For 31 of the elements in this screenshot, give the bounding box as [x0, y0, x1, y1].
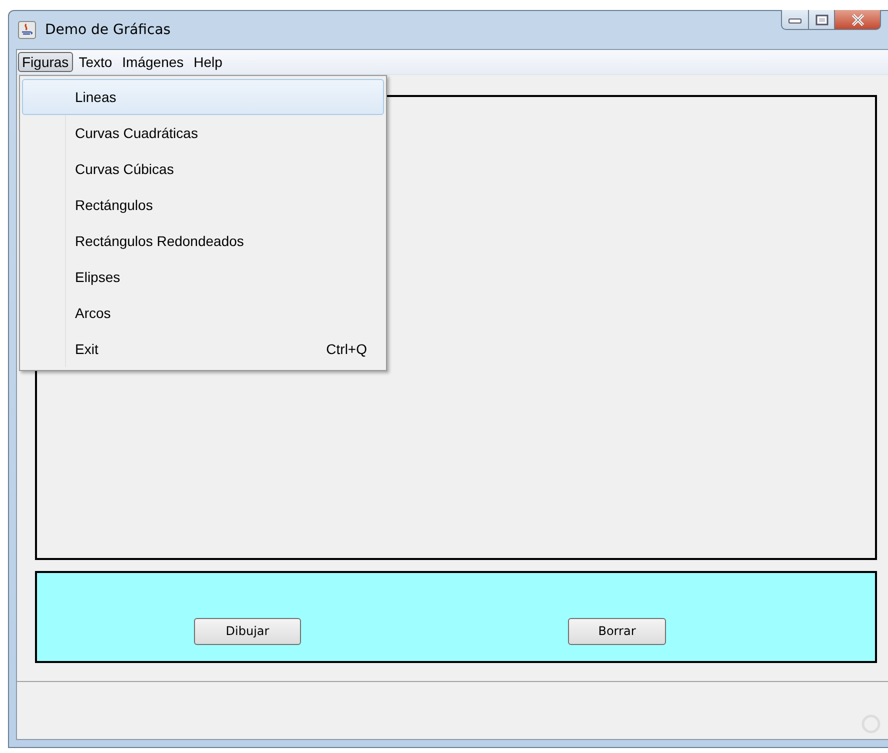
- cup-icon: [18, 21, 36, 39]
- menu-entry[interactable]: Arcos: [22, 295, 384, 331]
- entry-label: Curvas Cúbicas: [75, 161, 174, 177]
- entry-label: Rectángulos Redondeados: [75, 233, 244, 249]
- entry-label: Lineas: [75, 89, 116, 105]
- menu-item[interactable]: Imágenes: [118, 52, 188, 72]
- menu-entry[interactable]: Curvas Cúbicas: [22, 151, 384, 187]
- window-title: Demo de Gráficas: [45, 22, 171, 38]
- maximize-button[interactable]: [809, 10, 835, 30]
- close-icon: [850, 14, 866, 26]
- menu-entry[interactable]: Rectángulos Redondeados: [22, 223, 384, 259]
- menu-entry[interactable]: Exit Ctrl+Q: [22, 331, 384, 367]
- minimize-icon: [788, 16, 802, 24]
- entry-label: Elipses: [75, 269, 120, 285]
- menu-entry[interactable]: Lineas: [22, 79, 384, 115]
- menu-item[interactable]: Texto: [74, 52, 116, 72]
- entry-label: Exit: [75, 341, 98, 357]
- minimize-button[interactable]: [781, 10, 809, 30]
- menu-item[interactable]: Help: [190, 52, 226, 72]
- close-button[interactable]: [835, 10, 881, 30]
- entry-label: Arcos: [75, 305, 111, 321]
- clear-button[interactable]: Borrar: [568, 618, 666, 644]
- maximize-icon: [814, 14, 828, 26]
- menu-entry[interactable]: Rectángulos: [22, 187, 384, 223]
- entry-label: Curvas Cuadráticas: [75, 125, 198, 141]
- shortcut-label: Ctrl+Q: [326, 341, 367, 357]
- draw-button[interactable]: Dibujar: [194, 618, 301, 644]
- menu-item[interactable]: Figuras: [18, 52, 73, 72]
- menu-entry[interactable]: Curvas Cuadráticas: [22, 115, 384, 151]
- entry-label: Rectángulos: [75, 197, 153, 213]
- menu-entry[interactable]: Elipses: [22, 259, 384, 295]
